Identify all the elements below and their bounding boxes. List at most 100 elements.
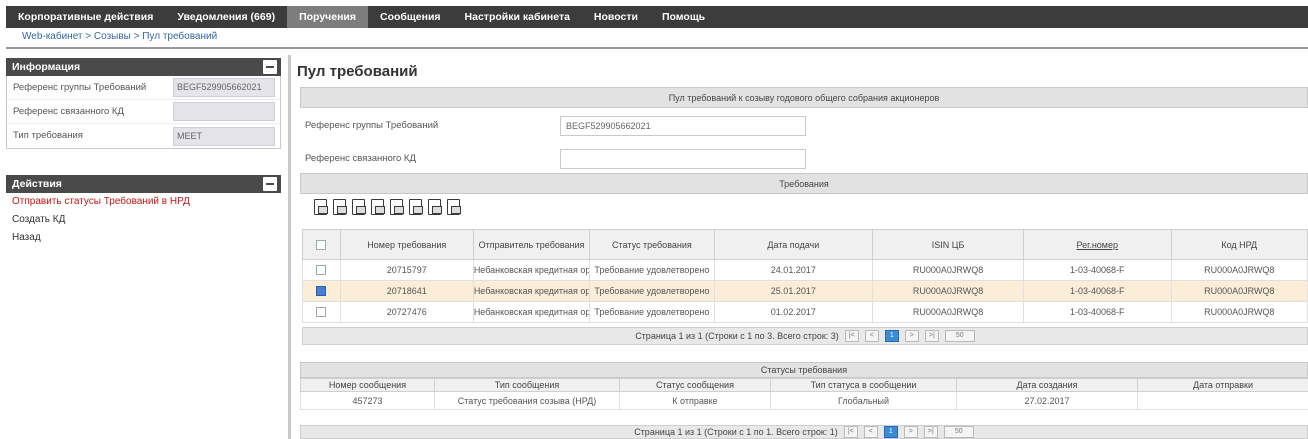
info-label: Референс группы Требований [13,81,147,93]
table-cell: Глобальный [770,391,957,410]
table-cell: RU000A0JRWQ8 [872,301,1024,323]
section-header: Пул требований к созыву годового общего … [300,87,1308,108]
first-page-icon[interactable]: |< [843,426,858,438]
kd-ref-field[interactable] [560,149,806,169]
splitter[interactable] [288,55,291,439]
table-cell: 457273 [300,391,435,410]
group-ref-field[interactable]: BEGF529905662021 [560,116,806,136]
table-cell: 25.01.2017 [713,280,874,302]
info-label: Референс связанного КД [13,105,124,117]
nav-item-4[interactable]: Настройки кабинета [453,6,582,28]
select-all-checkbox[interactable] [316,239,327,250]
row-checkbox[interactable] [316,265,327,276]
current-page[interactable]: 1 [884,330,899,342]
group-ref-label: Референс группы Требований [305,120,439,131]
prev-page-icon[interactable]: < [864,330,879,342]
info-value: MEET [173,126,275,146]
statuses-pager: Страница 1 из 1 (Строки с 1 по 1. Всего … [300,425,1308,439]
table-row[interactable]: 20718641 Небанковская кредитная ор Требова… [302,280,1308,302]
table-cell: RU000A0JRWQ8 [1170,280,1308,302]
action-link-1[interactable]: Создать КД [6,211,281,229]
row-checkbox[interactable] [316,307,327,318]
column-header[interactable]: ISIN ЦБ [872,229,1024,260]
column-header[interactable]: Дата отправки [1137,378,1308,392]
column-header-label: Дата подачи [767,239,820,250]
prev-page-icon[interactable]: < [863,426,878,438]
print-icon[interactable] [369,198,385,216]
nav-item-6[interactable]: Помощь [650,6,717,28]
requirements-pager: Страница 1 из 1 (Строки с 1 по 3. Всего … [302,327,1308,345]
column-header[interactable]: Номер сообщения [300,378,435,392]
table-cell: 24.01.2017 [713,259,874,281]
export-rtf-icon[interactable] [445,198,461,216]
table-row[interactable]: 457273 Статус требования созыва (НРД) К от… [300,391,1308,410]
column-header-label: Рег.номер [1076,239,1118,250]
table-cell: RU000A0JRWQ8 [1170,301,1308,323]
export-xml-icon[interactable] [388,198,404,216]
nav-item-2[interactable]: Поручения [287,6,369,28]
info-row: Тип требования MEET [7,124,280,148]
table-cell: Требование удовлетворено [589,280,715,302]
export-csv-icon[interactable] [350,198,366,216]
collapse-icon[interactable] [263,177,277,191]
column-header[interactable]: Номер требования [339,229,474,260]
table-row[interactable]: 20727476 Небанковская кредитная ор Требова… [302,301,1308,323]
nav-item-1[interactable]: Уведомления (669) [165,6,287,28]
last-page-icon[interactable]: >| [923,426,938,438]
table-cell: 20718641 [339,280,474,302]
checkbox-cell[interactable] [302,259,341,281]
checkbox-cell[interactable] [302,280,341,302]
table-cell: К отправке [619,391,771,410]
column-header[interactable]: Тип сообщения [434,378,620,392]
last-page-icon[interactable]: >| [924,330,939,342]
action-link-2[interactable]: Назад [6,229,281,247]
nav-item-3[interactable]: Сообщения [368,6,453,28]
next-page-icon[interactable]: > [903,426,918,438]
current-page[interactable]: 1 [883,426,898,438]
actions-panel-header: Действия [6,175,281,193]
column-header[interactable]: Код НРД [1170,229,1308,260]
checkbox-cell[interactable] [302,301,341,323]
page-size-select[interactable]: 50 [943,426,974,438]
row-checkbox[interactable] [316,286,327,297]
info-panel-body: Референс группы Требований BEGF5299056620… [6,76,281,149]
table-header-row: Номер сообщения Тип сообщения Статус сообщ… [300,378,1308,392]
info-row: Референс группы Требований BEGF5299056620… [7,76,280,100]
column-header[interactable]: Рег.номер [1023,229,1172,260]
actions-panel-body: Отправить статусы Требований в НРД Создат… [6,193,281,247]
column-header[interactable]: Отправитель требования [472,229,591,260]
column-header[interactable]: Статус требования [589,229,715,260]
column-header[interactable]: Тип статуса в сообщении [770,378,957,392]
table-row[interactable]: 20715797 Небанковская кредитная ор Требова… [302,259,1308,281]
export-doc-icon[interactable] [407,198,423,216]
export-pdf-icon[interactable] [312,198,328,216]
export-txt-icon[interactable] [426,198,442,216]
column-header[interactable]: Дата подачи [713,229,874,260]
page-size-select[interactable]: 50 [944,330,975,342]
breadcrumb[interactable]: Web-кабинет > Созывы > Пул требований [22,31,217,42]
pager-info: Страница 1 из 1 (Строки с 1 по 1. Всего … [634,427,838,437]
nav-item-0[interactable]: Корпоративные действия [6,6,165,28]
column-header-label: Код НРД [1221,239,1258,250]
column-header[interactable]: Дата создания [956,378,1138,392]
actions-panel: Действия Отправить статусы Требований в … [6,175,281,247]
table-cell: 20727476 [339,301,474,323]
table-cell: 20715797 [339,259,474,281]
table-cell: RU000A0JRWQ8 [1170,259,1308,281]
select-all-cell[interactable] [302,229,341,260]
info-panel: Информация Референс группы Требований BEG… [6,58,281,149]
nav-item-5[interactable]: Новости [582,6,650,28]
table-cell: 27.02.2017 [956,391,1138,410]
first-page-icon[interactable]: |< [844,330,859,342]
export-toolbar [312,198,461,216]
action-link-0[interactable]: Отправить статусы Требований в НРД [6,193,281,211]
next-page-icon[interactable]: > [904,330,919,342]
actions-panel-title: Действия [12,178,62,190]
export-xls-icon[interactable] [331,198,347,216]
statuses-header: Статусы требования [300,362,1308,378]
table-cell: 01.02.2017 [713,301,874,323]
collapse-icon[interactable] [263,60,277,74]
column-header[interactable]: Статус сообщения [619,378,771,392]
divider [6,47,1308,49]
table-cell: RU000A0JRWQ8 [872,259,1024,281]
